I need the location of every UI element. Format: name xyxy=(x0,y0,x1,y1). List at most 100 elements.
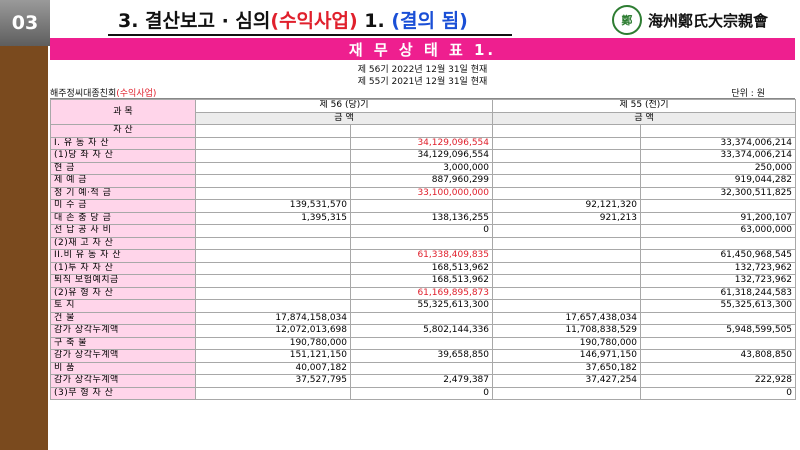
cell-previous-total xyxy=(640,236,797,250)
cell-current-detail: 37,527,795 xyxy=(195,374,351,388)
cell-previous-detail xyxy=(492,236,642,250)
cell-previous-detail xyxy=(492,299,642,313)
cell-previous-detail xyxy=(492,124,642,138)
row-label: (2)유 형 자 산 xyxy=(50,286,196,300)
left-accent-bar xyxy=(0,0,48,450)
cell-current-total xyxy=(349,311,494,325)
cell-previous-detail: 92,121,320 xyxy=(492,199,642,213)
row-label: 감가 상각누계액 xyxy=(50,324,196,338)
cell-current-detail xyxy=(195,161,351,175)
cell-previous-detail xyxy=(492,386,642,400)
cell-current-total: 0 xyxy=(349,224,494,238)
row-label: (1)당 좌 자 산 xyxy=(50,149,196,163)
org-line-name: 해주정씨대종친회 xyxy=(50,89,117,99)
cell-previous-total: 0 xyxy=(640,386,797,400)
cell-current-detail: 17,874,158,034 xyxy=(195,311,351,325)
cell-current-detail: 190,780,000 xyxy=(195,336,351,350)
cell-current-total: 34,129,096,554 xyxy=(349,149,494,163)
table-row: 토 지 55,325,613,300 55,325,613,300 xyxy=(50,299,797,313)
cell-current-detail xyxy=(195,261,351,275)
unit-label: 단위 : 원 xyxy=(731,89,765,99)
cell-current-total: 887,960,299 xyxy=(349,174,494,188)
cell-current-detail xyxy=(195,174,351,188)
table-row: 감가 상각누계액 12,072,013,698 5,802,144,336 11,70… xyxy=(50,324,797,338)
header-subject: 과 목 xyxy=(50,99,196,125)
header-amount-current: 금 액 xyxy=(194,111,494,125)
statement-banner: 재 무 상 태 표 1. xyxy=(50,38,795,60)
header-amount-previous: 금 액 xyxy=(492,111,797,125)
org-line: 해주정씨대종친회(수익사업) 단위 : 원 xyxy=(50,86,795,99)
cell-current-detail: 151,121,150 xyxy=(195,349,351,363)
table-row: 감가 상각누계액 151,121,150 39,658,850 146,971,150… xyxy=(50,349,797,363)
cell-previous-total: 33,374,006,214 xyxy=(640,149,797,163)
cell-current-detail xyxy=(195,136,351,150)
cell-current-detail xyxy=(195,299,351,313)
row-label: (1)투 자 자 산 xyxy=(50,261,196,275)
table-row: 퇴직 보험예치금 168,513,962 132,723,962 xyxy=(50,274,797,288)
table-row: 건 물 17,874,158,034 17,657,438,034 xyxy=(50,311,797,325)
title-status: (결의 됨) xyxy=(391,10,468,32)
cell-current-detail xyxy=(195,274,351,288)
cell-current-detail xyxy=(195,286,351,300)
cell-current-total: 39,658,850 xyxy=(349,349,494,363)
cell-current-detail: 139,531,570 xyxy=(195,199,351,213)
cell-current-total xyxy=(349,361,494,375)
cell-previous-total: 91,200,107 xyxy=(640,211,797,225)
row-label: (3)무 형 자 산 xyxy=(50,386,196,400)
table-row: 선 납 공 사 비 0 63,000,000 xyxy=(50,224,797,238)
row-label: 선 납 공 사 비 xyxy=(50,224,196,238)
row-label: 감가 상각누계액 xyxy=(50,374,196,388)
row-label: 자 산 xyxy=(50,124,196,138)
row-label: (2)재 고 자 산 xyxy=(50,236,196,250)
cell-previous-detail xyxy=(492,249,642,263)
title-main: 3. 결산보고 · 심의 xyxy=(118,10,271,32)
table-row: (2)재 고 자 산 xyxy=(50,236,797,250)
cell-current-detail xyxy=(195,149,351,163)
cell-current-total: 3,000,000 xyxy=(349,161,494,175)
cell-current-total: 168,513,962 xyxy=(349,274,494,288)
table-row: (2)유 형 자 산 61,169,895,873 61,318,244,583 xyxy=(50,286,797,300)
cell-current-detail xyxy=(195,124,351,138)
cell-current-detail xyxy=(195,186,351,200)
cell-previous-detail xyxy=(492,261,642,275)
cell-current-total: 55,325,613,300 xyxy=(349,299,494,313)
table-row: II.비 유 동 자 산 61,338,409,835 61,450,968,545 xyxy=(50,249,797,263)
cell-current-total xyxy=(349,199,494,213)
cell-current-total: 5,802,144,336 xyxy=(349,324,494,338)
table-row: 제 예 금 887,960,299 919,044,282 xyxy=(50,174,797,188)
row-label: 건 물 xyxy=(50,311,196,325)
table-row: 정 기 예·적 금 33,100,000,000 32,300,511,825 xyxy=(50,186,797,200)
table-row: 미 수 금 139,531,570 92,121,320 xyxy=(50,199,797,213)
cell-previous-total xyxy=(640,124,797,138)
row-label: 대 손 충 당 금 xyxy=(50,211,196,225)
cell-current-detail xyxy=(195,224,351,238)
cell-current-detail: 1,395,315 xyxy=(195,211,351,225)
cell-previous-total: 33,374,006,214 xyxy=(640,136,797,150)
row-label: 토 지 xyxy=(50,299,196,313)
cell-current-total: 61,169,895,873 xyxy=(349,286,494,300)
cell-current-total: 138,136,255 xyxy=(349,211,494,225)
cell-current-total xyxy=(349,336,494,350)
cell-previous-detail xyxy=(492,186,642,200)
row-label: 감가 상각누계액 xyxy=(50,349,196,363)
table-row: 비 품 40,007,182 37,650,182 xyxy=(50,361,797,375)
cell-previous-total: 43,808,850 xyxy=(640,349,797,363)
cell-previous-detail: 17,657,438,034 xyxy=(492,311,642,325)
slide-number-badge: 03 xyxy=(0,0,50,46)
cell-previous-total: 919,044,282 xyxy=(640,174,797,188)
cell-previous-total xyxy=(640,336,797,350)
row-label: 구 축 물 xyxy=(50,336,196,350)
cell-previous-detail xyxy=(492,286,642,300)
cell-current-total: 61,338,409,835 xyxy=(349,249,494,263)
cell-current-total xyxy=(349,124,494,138)
cell-current-total: 0 xyxy=(349,386,494,400)
table-row: 자 산 xyxy=(50,124,797,138)
cell-previous-total: 61,450,968,545 xyxy=(640,249,797,263)
cell-previous-detail xyxy=(492,274,642,288)
cell-previous-detail xyxy=(492,149,642,163)
slide-title: 3. 결산보고 · 심의(수익사업) 1. (결의 됨) xyxy=(118,6,468,33)
cell-previous-detail xyxy=(492,224,642,238)
org-line-tag: (수익사업) xyxy=(116,89,157,99)
cell-current-detail xyxy=(195,249,351,263)
cell-current-total: 34,129,096,554 xyxy=(349,136,494,150)
